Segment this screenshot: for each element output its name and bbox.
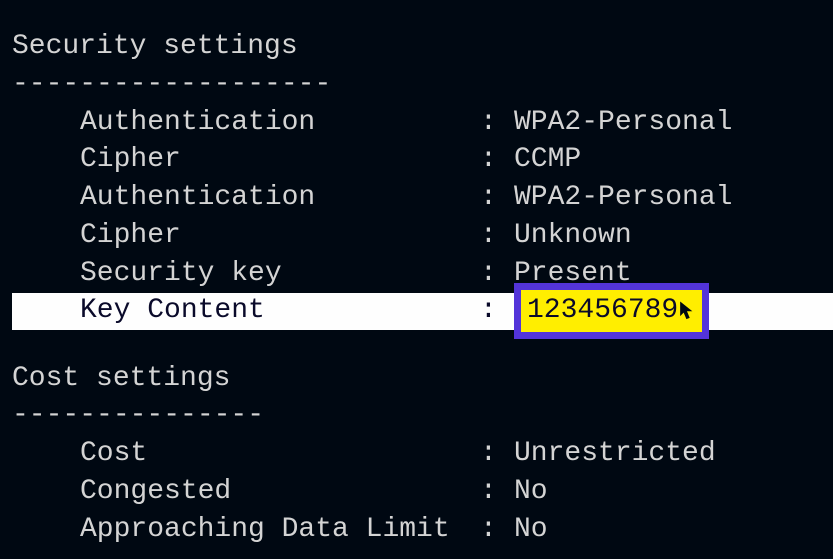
label-authentication-2: Authentication [80,179,480,217]
label-security-key: Security key [80,255,480,293]
value-congested: No [514,473,548,511]
cost-section-title: Cost settings [12,360,833,398]
value-cost: Unrestricted [514,435,716,473]
colon: : [480,255,514,293]
label-authentication: Authentication [80,104,480,142]
value-data-limit: No [514,511,548,549]
value-authentication: WPA2-Personal [514,104,732,142]
row-cost: Cost : Unrestricted [12,435,833,473]
colon: : [480,435,514,473]
divider: ------------------- [12,66,833,104]
value-cipher-2: Unknown [514,217,632,255]
security-section-title: Security settings [12,28,833,66]
cursor-icon [679,301,693,321]
row-security-key: Security key : Present [12,255,833,293]
row-authentication: Authentication : WPA2-Personal [12,104,833,142]
colon: : [480,141,514,179]
row-authentication-2: Authentication : WPA2-Personal [12,179,833,217]
key-content-highlight[interactable]: 123456789 [514,283,709,339]
value-authentication-2: WPA2-Personal [514,179,732,217]
colon: : [480,292,514,330]
label-cost: Cost [80,435,480,473]
row-key-content-selected[interactable]: Key Content : 123456789 [12,293,833,330]
value-cipher: CCMP [514,141,581,179]
row-cipher: Cipher : CCMP [12,141,833,179]
label-cipher-2: Cipher [80,217,480,255]
row-cipher-2: Cipher : Unknown [12,217,833,255]
label-congested: Congested [80,473,480,511]
divider: --------------- [12,397,833,435]
label-data-limit: Approaching Data Limit [80,511,480,549]
terminal-output: Security settings ------------------- Au… [0,0,833,549]
colon: : [480,104,514,142]
row-congested: Congested : No [12,473,833,511]
colon: : [480,217,514,255]
colon: : [480,179,514,217]
row-data-limit: Approaching Data Limit : No [12,511,833,549]
label-cipher: Cipher [80,141,480,179]
colon: : [480,511,514,549]
colon: : [480,473,514,511]
label-key-content: Key Content [80,292,480,330]
